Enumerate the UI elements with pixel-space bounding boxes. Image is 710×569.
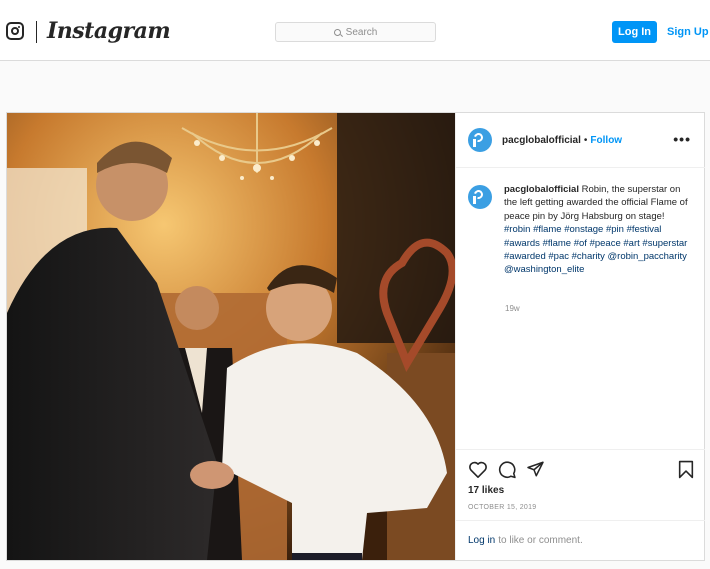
post-sidebar: pacglobalofficial • Follow ••• pacglobal… [455,113,705,560]
comment-prompt-text: to like or comment. [498,535,583,546]
more-options-icon[interactable]: ••• [673,131,691,147]
post-username[interactable]: pacglobalofficial [502,135,581,146]
hashtag-link[interactable]: #robin [504,224,530,235]
comment-icon[interactable] [497,460,517,479]
caption-text: pacglobalofficial Robin, the superstar o… [504,183,690,277]
instagram-logo-icon[interactable] [6,22,24,40]
hashtag-link[interactable]: #onstage [564,224,603,235]
post-photo[interactable] [7,113,455,560]
bookmark-icon[interactable] [678,460,694,479]
caption-hashtags: #robin #flame #onstage #pin #festival #a… [504,224,687,275]
instagram-wordmark[interactable]: Instagram [47,18,171,44]
post-date: OCTOBER 15, 2019 [468,504,537,511]
hashtag-link[interactable]: @robin_paccharity [608,251,687,262]
hashtag-link[interactable]: #peace [590,238,621,249]
hashtag-link[interactable]: #flame [533,224,562,235]
signup-link[interactable]: Sign Up [667,21,709,43]
hashtag-link[interactable]: #pac [548,251,569,262]
hashtag-link[interactable]: #pin [606,224,624,235]
logo-divider [36,21,37,43]
post-actions: 17 likes OCTOBER 15, 2019 Log in to like… [456,449,705,560]
hashtag-link[interactable]: #superstar [642,238,687,249]
pac-avatar-icon[interactable] [468,128,492,152]
heart-icon[interactable] [468,460,488,478]
caption-comment: pacglobalofficial Robin, the superstar o… [468,183,698,277]
top-navbar: Instagram Search Log In Sign Up [0,0,710,61]
hashtag-link[interactable]: #of [574,238,587,249]
follow-button[interactable]: Follow [590,135,622,146]
search-icon [333,28,341,36]
login-button[interactable]: Log In [612,21,657,43]
caption-username[interactable]: pacglobalofficial [504,184,579,195]
search-input[interactable]: Search [275,22,436,42]
hashtag-link[interactable]: @washington_elite [504,264,584,275]
comment-login-prompt: Log in to like or comment. [456,520,705,560]
caption-avatar-icon[interactable] [468,185,492,209]
hashtag-link[interactable]: #charity [572,251,605,262]
hashtag-link[interactable]: #festival [627,224,662,235]
header-separator: • [583,134,588,146]
hashtag-link[interactable]: #flame [543,238,572,249]
caption-time: 19w [505,304,520,313]
hashtag-link[interactable]: #awards [504,238,540,249]
likes-count[interactable]: 17 likes [468,485,504,496]
post-header: pacglobalofficial • Follow ••• [456,113,705,168]
hashtag-link[interactable]: #art [623,238,639,249]
post-card: pacglobalofficial • Follow ••• pacglobal… [6,112,705,561]
share-icon[interactable] [526,460,545,478]
search-placeholder: Search [345,26,378,38]
comment-login-link[interactable]: Log in [468,535,495,546]
hashtag-link[interactable]: #awarded [504,251,546,262]
